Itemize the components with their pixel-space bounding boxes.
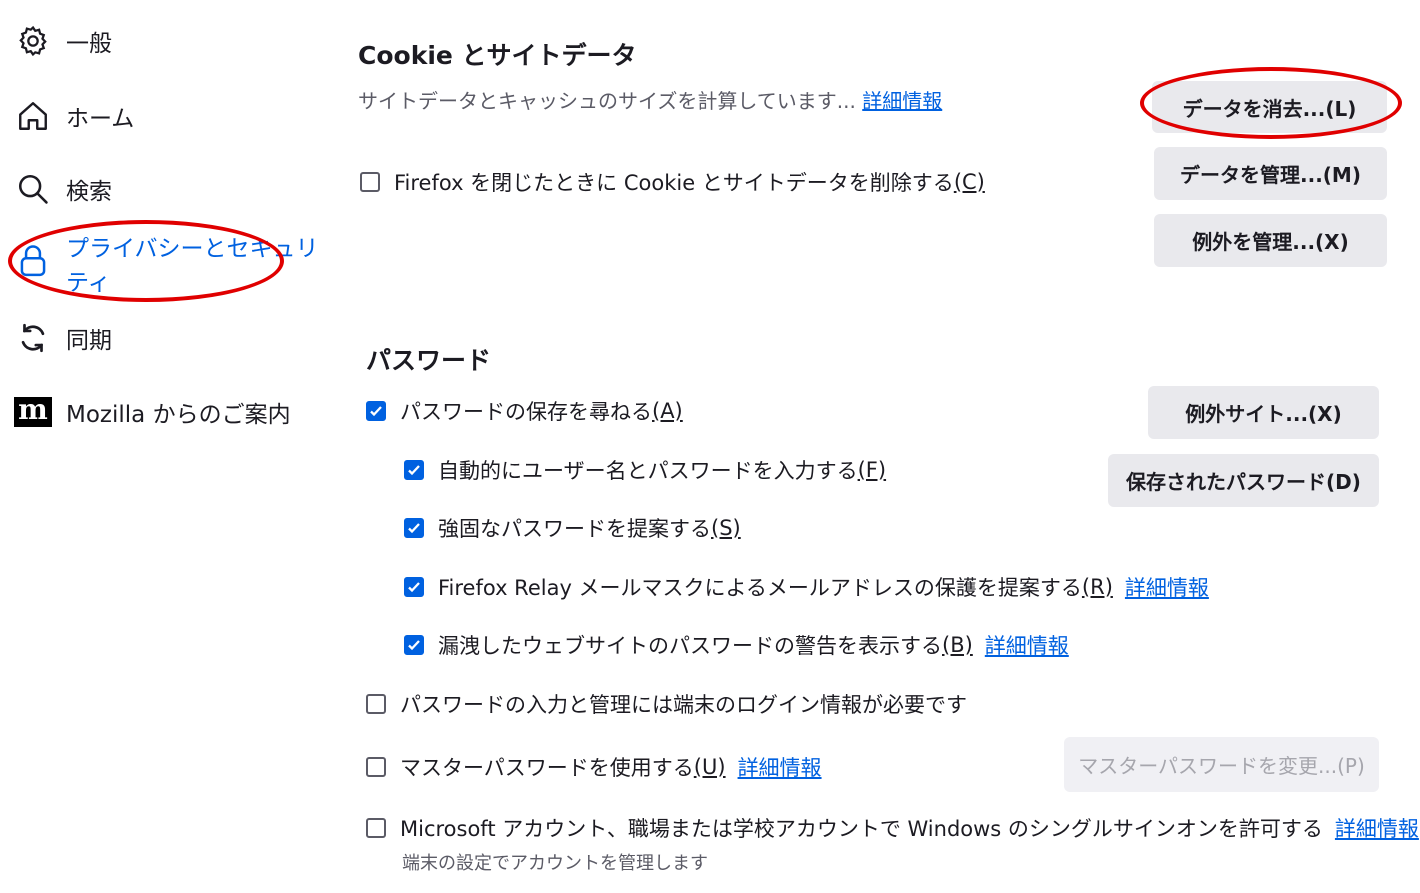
sidebar-item-label: 同期 — [66, 328, 112, 354]
cookies-learn-more-link[interactable]: 詳細情報 — [862, 89, 942, 113]
windows-sso-subtext: 端末の設定でアカウントを管理します — [402, 853, 708, 874]
sidebar-item-label-line2: ティ — [66, 270, 111, 296]
clear-data-button[interactable]: データを消去...(L) — [1152, 81, 1387, 133]
os-auth-label: パスワードの入力と管理には端末のログイン情報が必要です — [400, 693, 967, 717]
ask-save-row[interactable]: パスワードの保存を尋ねる (A) — [366, 396, 683, 426]
checkmark-icon — [408, 582, 420, 593]
cookies-section-title: Cookie とサイトデータ — [358, 41, 637, 70]
saved-passwords-button[interactable]: 保存されたパスワード(D) — [1108, 454, 1379, 507]
cookies-status: サイトデータとキャッシュのサイズを計算しています... 詳細情報 — [358, 85, 942, 114]
windows-sso-label: Microsoft アカウント、職場または学校アカウントで Windows のシ… — [400, 817, 1323, 841]
ask-save-accesskey: (A) — [652, 399, 683, 423]
password-exceptions-button[interactable]: 例外サイト...(X) — [1148, 386, 1379, 439]
relay-row[interactable]: Firefox Relay メールマスクによるメールアドレスの保護を提案する (R… — [404, 572, 1209, 602]
ask-save-label: パスワードの保存を尋ねる — [400, 400, 652, 424]
sidebar-item-label: ホーム — [66, 106, 135, 132]
autofill-row[interactable]: 自動的にユーザー名とパスワードを入力する (F) — [404, 455, 886, 485]
sync-icon — [14, 319, 52, 357]
checkmark-icon — [408, 523, 420, 534]
checkmark-icon — [408, 465, 420, 476]
suggest-strong-accesskey: (S) — [711, 516, 741, 540]
primary-password-row[interactable]: マスターパスワードを使用する (U) 詳細情報 — [366, 752, 822, 782]
windows-sso-row[interactable]: Microsoft アカウント、職場または学校アカウントで Windows のシ… — [366, 813, 1419, 843]
manage-data-button[interactable]: データを管理...(M) — [1154, 147, 1387, 200]
sidebar-item-search[interactable]: 検索 — [14, 170, 112, 208]
suggest-strong-row[interactable]: 強固なパスワードを提案する (S) — [404, 513, 741, 543]
sidebar-item-home[interactable]: ホーム — [14, 97, 134, 135]
sidebar-item-general[interactable]: 一般 — [14, 22, 112, 60]
sidebar-item-label: プライバシーとセキュリ ティ — [66, 232, 319, 300]
home-icon — [14, 97, 52, 135]
suggest-strong-label: 強固なパスワードを提案する — [438, 517, 711, 541]
autofill-accesskey: (F) — [857, 458, 887, 482]
autofill-label: 自動的にユーザー名とパスワードを入力する — [438, 459, 858, 483]
checkmark-icon — [408, 640, 420, 651]
sidebar-item-sync[interactable]: 同期 — [14, 319, 112, 357]
relay-accesskey: (R) — [1081, 575, 1113, 599]
sidebar-item-privacy[interactable]: プライバシーとセキュリ ティ — [14, 232, 319, 300]
primary-password-learn-more-link[interactable]: 詳細情報 — [738, 752, 822, 782]
ask-save-checkbox[interactable] — [366, 401, 386, 421]
gear-icon — [14, 22, 52, 60]
primary-password-accesskey: (U) — [693, 755, 726, 779]
primary-password-checkbox[interactable] — [366, 757, 386, 777]
os-auth-row[interactable]: パスワードの入力と管理には端末のログイン情報が必要です — [366, 689, 967, 719]
suggest-strong-checkbox[interactable] — [404, 518, 424, 538]
breach-alerts-checkbox[interactable] — [404, 635, 424, 655]
delete-on-close-checkbox[interactable] — [360, 172, 380, 192]
windows-sso-checkbox[interactable] — [366, 818, 386, 838]
delete-on-close-label: Firefox を閉じたときに Cookie とサイトデータを削除する — [394, 171, 954, 195]
manage-exceptions-button[interactable]: 例外を管理...(X) — [1154, 214, 1387, 267]
sidebar-item-label: 検索 — [66, 179, 112, 205]
relay-label: Firefox Relay メールマスクによるメールアドレスの保護を提案する — [438, 576, 1082, 600]
lock-icon — [14, 242, 52, 280]
os-auth-checkbox[interactable] — [366, 694, 386, 714]
breach-alerts-learn-more-link[interactable]: 詳細情報 — [985, 630, 1069, 660]
relay-learn-more-link[interactable]: 詳細情報 — [1125, 572, 1209, 602]
checkmark-icon — [370, 406, 382, 417]
sidebar-item-label: 一般 — [66, 31, 112, 57]
breach-alerts-label: 漏洩したウェブサイトのパスワードの警告を表示する — [438, 634, 942, 658]
sidebar-item-label: Mozilla からのご案内 — [66, 402, 291, 428]
passwords-section-title: パスワード — [366, 346, 492, 375]
mozilla-logo-icon: m — [14, 393, 52, 431]
sidebar-item-mozilla[interactable]: m Mozilla からのご案内 — [14, 393, 291, 431]
search-icon — [14, 170, 52, 208]
windows-sso-learn-more-link[interactable]: 詳細情報 — [1335, 813, 1419, 843]
breach-alerts-accesskey: (B) — [942, 633, 973, 657]
sidebar-item-label-line1: プライバシーとセキュリ — [66, 236, 319, 262]
breach-alerts-row[interactable]: 漏洩したウェブサイトのパスワードの警告を表示する (B) 詳細情報 — [404, 630, 1069, 660]
primary-password-label: マスターパスワードを使用する — [400, 756, 694, 780]
delete-on-close-accesskey: (C) — [953, 170, 985, 194]
cookies-status-text: サイトデータとキャッシュのサイズを計算しています... — [358, 89, 856, 113]
change-primary-password-button[interactable]: マスターパスワードを変更...(P) — [1064, 737, 1379, 792]
relay-checkbox[interactable] — [404, 577, 424, 597]
autofill-checkbox[interactable] — [404, 460, 424, 480]
delete-on-close-row[interactable]: Firefox を閉じたときに Cookie とサイトデータを削除する (C) — [360, 167, 985, 197]
